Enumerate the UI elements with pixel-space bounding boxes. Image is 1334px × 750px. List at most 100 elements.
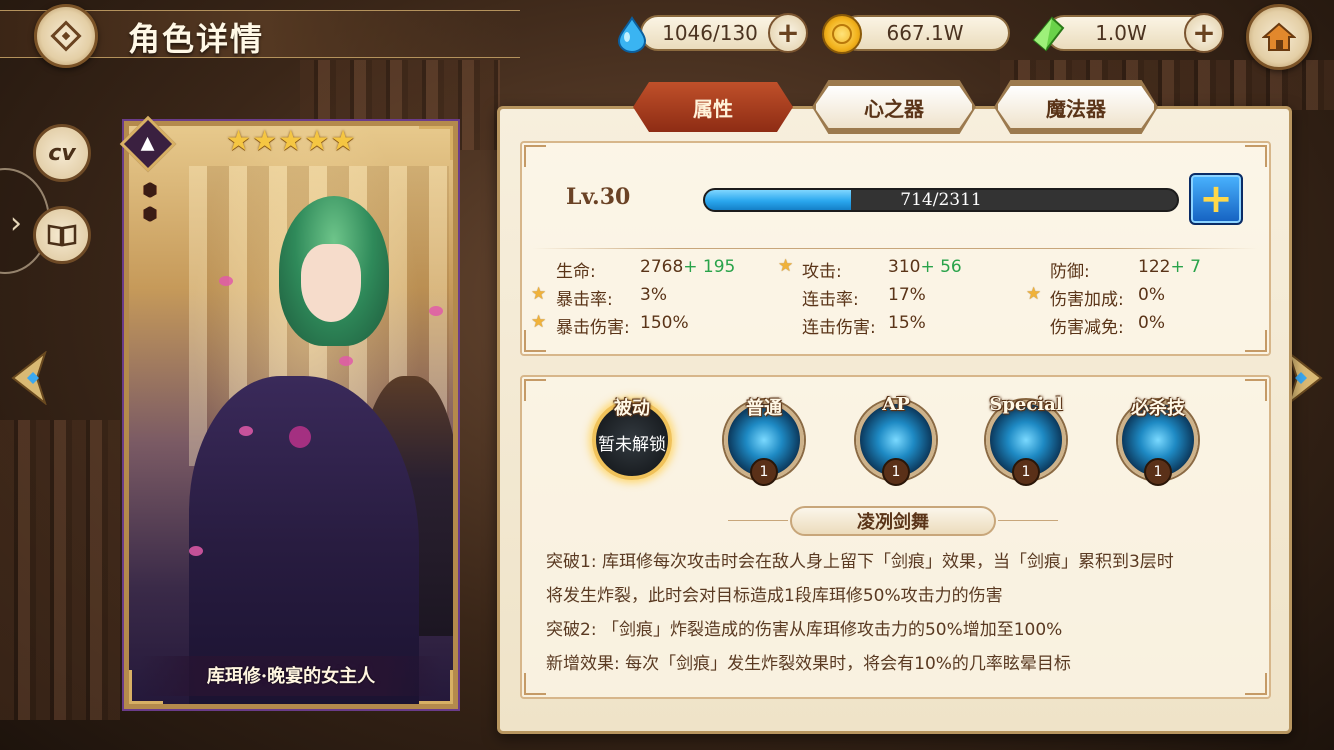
- rose-corsage-icon: [289, 426, 311, 448]
- skill-level-badge: 1: [750, 458, 778, 486]
- gold-value: 667.1W: [886, 21, 964, 45]
- skill-level-badge: 1: [1012, 458, 1040, 486]
- skill-ap[interactable]: AP 1: [856, 394, 936, 486]
- skill-description-line: 新增效果: 每次「剑痕」发生炸裂效果时，将会有10%的几率眩晕目标: [546, 654, 1071, 674]
- book-icon: [47, 224, 77, 247]
- top-bar: 角色详情 1046/130 + 667.1W 1.0W +: [0, 0, 1334, 70]
- stat-value: 150%: [640, 313, 689, 333]
- stat-value: 17%: [888, 285, 926, 305]
- arrow-left-icon: [11, 351, 47, 405]
- corner-ornament: [524, 145, 546, 167]
- card-character-face: [301, 244, 361, 322]
- skill-name: 必杀技: [1131, 398, 1185, 419]
- skill-name: 普通: [746, 398, 782, 419]
- stat-label: 伤害加成:: [1050, 290, 1124, 310]
- tab-heart-device[interactable]: 心之器: [814, 84, 974, 130]
- corner-ornament: [1245, 145, 1267, 167]
- corner-ornament: [1245, 330, 1267, 352]
- exp-text: 714/2311: [900, 190, 982, 210]
- stamina-value: 1046/130: [662, 21, 758, 45]
- home-icon: [1262, 22, 1296, 51]
- background-bookshelf: [0, 420, 120, 720]
- stat-attack: 攻击: 310+ 56: [802, 257, 962, 282]
- rose-petal-icon: [429, 306, 443, 316]
- star-icon: ★: [252, 124, 278, 157]
- stat-value: 2768+ 195: [640, 257, 736, 277]
- green-crystal-icon: [1028, 14, 1068, 54]
- cv-label: cv: [48, 140, 76, 166]
- character-name: 库珥修·晚宴的女主人: [206, 666, 376, 687]
- stat-bonus: + 7: [1170, 257, 1201, 277]
- stat-damage-bonus: 伤害加成: 0%: [1050, 285, 1165, 310]
- gold-counter: 667.1W: [840, 15, 1010, 51]
- skill-passive[interactable]: 被动 暂未解锁: [592, 398, 672, 480]
- skill-description-line: 突破1: 库珥修每次攻击时会在敌人身上留下「剑痕」效果，当「剑痕」累积到3层时: [546, 552, 1174, 572]
- corner-ornament: [1245, 379, 1267, 401]
- crystal-value: 1.0W: [1095, 21, 1147, 45]
- skill-special[interactable]: Special 1: [986, 394, 1066, 486]
- stat-label: 防御:: [1050, 262, 1090, 282]
- stat-label: 连击率:: [802, 290, 859, 310]
- rose-petal-icon: [339, 356, 353, 366]
- rarity-stars: ★ ★ ★ ★ ★: [226, 124, 356, 157]
- skill-level-badge: 1: [1144, 458, 1172, 486]
- star-icon: ★: [226, 124, 252, 157]
- corner-ornament: [524, 379, 546, 401]
- skill-name: AP: [882, 394, 910, 415]
- stats-divider: [532, 248, 1258, 249]
- add-crystal-button[interactable]: +: [1184, 13, 1224, 53]
- stat-value: 0%: [1138, 285, 1165, 305]
- skill-detail-title: 凌冽剑舞: [790, 506, 996, 536]
- character-level: Lv.30: [566, 184, 631, 210]
- rose-petal-icon: [239, 426, 253, 436]
- stat-value: 122+ 7: [1138, 257, 1201, 277]
- add-stamina-button[interactable]: +: [768, 13, 808, 53]
- stat-defense: 防御: 122+ 7: [1050, 257, 1201, 282]
- stat-combo-rate: 连击率: 17%: [802, 285, 926, 310]
- character-card[interactable]: [122, 119, 460, 711]
- stat-value: 310+ 56: [888, 257, 962, 277]
- stat-crit-rate: 暴击率: 3%: [556, 285, 667, 310]
- star-icon: ★: [304, 124, 330, 157]
- rose-petal-icon: [189, 546, 203, 556]
- exp-progress-bar: 714/2311: [703, 188, 1179, 212]
- skill-normal[interactable]: 普通 1: [724, 398, 804, 486]
- water-drop-icon: [612, 14, 652, 54]
- skill-ultimate[interactable]: 必杀技 1: [1118, 398, 1198, 486]
- tab-attributes[interactable]: 属性: [633, 82, 793, 132]
- plus-icon: +: [776, 16, 800, 49]
- home-button[interactable]: [1246, 4, 1312, 70]
- star-icon: ★: [531, 284, 547, 304]
- rose-petal-icon: [219, 276, 233, 286]
- skill-description-line: 将发生炸裂，此时会对目标造成1段库珥修50%攻击力的伤害: [546, 586, 1003, 606]
- plate-divider: [998, 520, 1058, 521]
- stat-hp: 生命: 2768+ 195: [556, 257, 735, 282]
- diamond-menu-icon: [50, 20, 82, 52]
- star-icon: ★: [1026, 284, 1042, 304]
- menu-button[interactable]: [34, 4, 98, 68]
- plate-divider: [728, 520, 788, 521]
- star-icon: ★: [330, 124, 356, 157]
- stat-bonus: + 56: [920, 257, 962, 277]
- stat-label: 伤害减免:: [1050, 318, 1124, 338]
- story-book-button[interactable]: [33, 206, 91, 264]
- tab-magic-device[interactable]: 魔法器: [996, 84, 1156, 130]
- skill-locked-text: 暂未解锁: [598, 435, 666, 455]
- level-up-button[interactable]: +: [1189, 173, 1243, 225]
- skill-name: Special: [989, 394, 1063, 415]
- chevron-right-icon[interactable]: ›: [10, 206, 22, 241]
- voice-cv-button[interactable]: cv: [33, 124, 91, 182]
- plus-icon: +: [1192, 16, 1216, 49]
- tab-label: 魔法器: [1046, 96, 1106, 121]
- stat-combo-damage: 连击伤害: 15%: [802, 313, 926, 338]
- plus-icon: +: [1199, 176, 1233, 222]
- stat-crit-damage: 暴击伤害: 150%: [556, 313, 689, 338]
- stat-value: 3%: [640, 285, 667, 305]
- previous-character-button[interactable]: [6, 350, 52, 406]
- page-title: 角色详情: [128, 20, 265, 58]
- star-icon: ★: [278, 124, 304, 157]
- stat-damage-reduction: 伤害减免: 0%: [1050, 313, 1165, 338]
- stat-label: 连击伤害:: [802, 318, 876, 338]
- tab-label: 属性: [693, 96, 733, 121]
- corner-ornament: [1245, 673, 1267, 695]
